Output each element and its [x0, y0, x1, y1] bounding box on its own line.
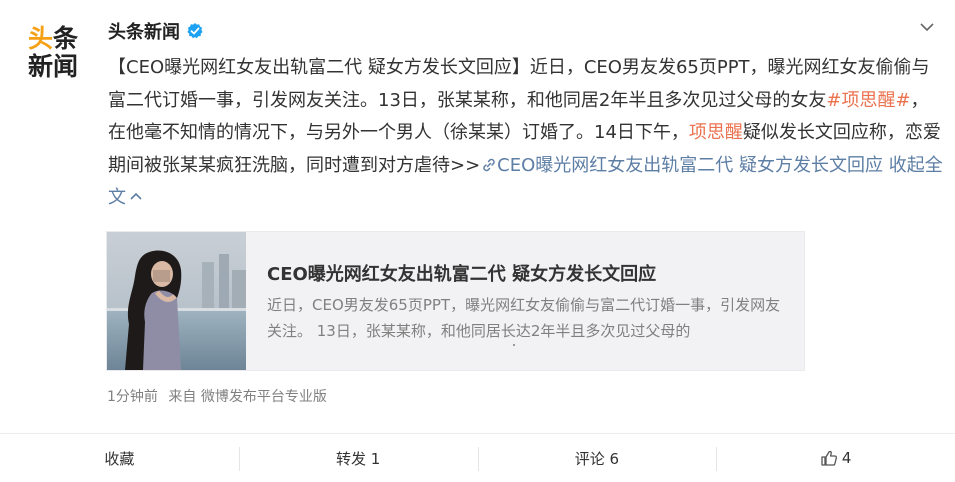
avatar-char: 条 — [53, 24, 79, 53]
article-title: CEO曝光网红女友出轨富二代 疑女方发长文回应 — [267, 264, 657, 285]
repost-button[interactable]: 转发 1 — [238, 434, 478, 482]
article-link[interactable]: CEO曝光网红女友出轨富二代 疑女方发长文回应 — [480, 155, 883, 176]
article-thumbnail — [107, 232, 246, 370]
link-icon — [483, 158, 495, 171]
post-text: 【CEO曝光网红女友出轨富二代 疑女方发长文回应】近日，CEO男友发65页PPT… — [108, 52, 943, 215]
chevron-up-icon — [130, 192, 142, 200]
avatar-char: 新闻 — [27, 52, 78, 81]
comment-label: 评论 6 — [574, 449, 620, 468]
chevron-down-icon[interactable] — [916, 22, 938, 32]
decorative-dot — [513, 344, 515, 346]
comment-button[interactable]: 评论 6 — [477, 434, 717, 482]
author-name[interactable]: 头条新闻 — [108, 18, 180, 44]
like-count: 4 — [841, 449, 852, 467]
repost-label: 转发 1 — [335, 449, 381, 468]
avatar[interactable]: 头条 新闻 — [20, 20, 86, 86]
thumbs-up-icon — [821, 450, 837, 466]
avatar-char: 头 — [27, 24, 53, 53]
hashtag-link[interactable]: #项思醒# — [826, 90, 910, 111]
verified-icon — [187, 23, 203, 39]
post-body: 【CEO曝光网红女友出轨富二代 疑女方发长文回应】近日，CEO男友发65页PPT… — [108, 57, 930, 111]
favorite-label: 收藏 — [104, 449, 135, 468]
action-bar: 收藏 转发 1 评论 6 4 — [0, 434, 955, 482]
article-card[interactable]: CEO曝光网红女友出轨富二代 疑女方发长文回应 近日，CEO男友发65页PPT，… — [106, 231, 805, 371]
article-link-text: CEO曝光网红女友出轨富二代 疑女方发长文回应 — [497, 154, 884, 176]
like-button[interactable]: 4 — [716, 434, 955, 482]
author-row: 头条新闻 — [108, 18, 204, 44]
post-meta: 1分钟前 来自 微博发布平台专业版 — [107, 386, 327, 406]
post-source[interactable]: 来自 微博发布平台专业版 — [168, 389, 326, 405]
favorite-button[interactable]: 收藏 — [0, 434, 239, 482]
post-time[interactable]: 1分钟前 — [107, 389, 158, 405]
article-description: 近日，CEO男友发65页PPT，曝光网红女友偷偷与富二代订婚一事，引发网友关注。… — [267, 296, 781, 340]
mention-link[interactable]: 项思醒 — [689, 122, 743, 143]
